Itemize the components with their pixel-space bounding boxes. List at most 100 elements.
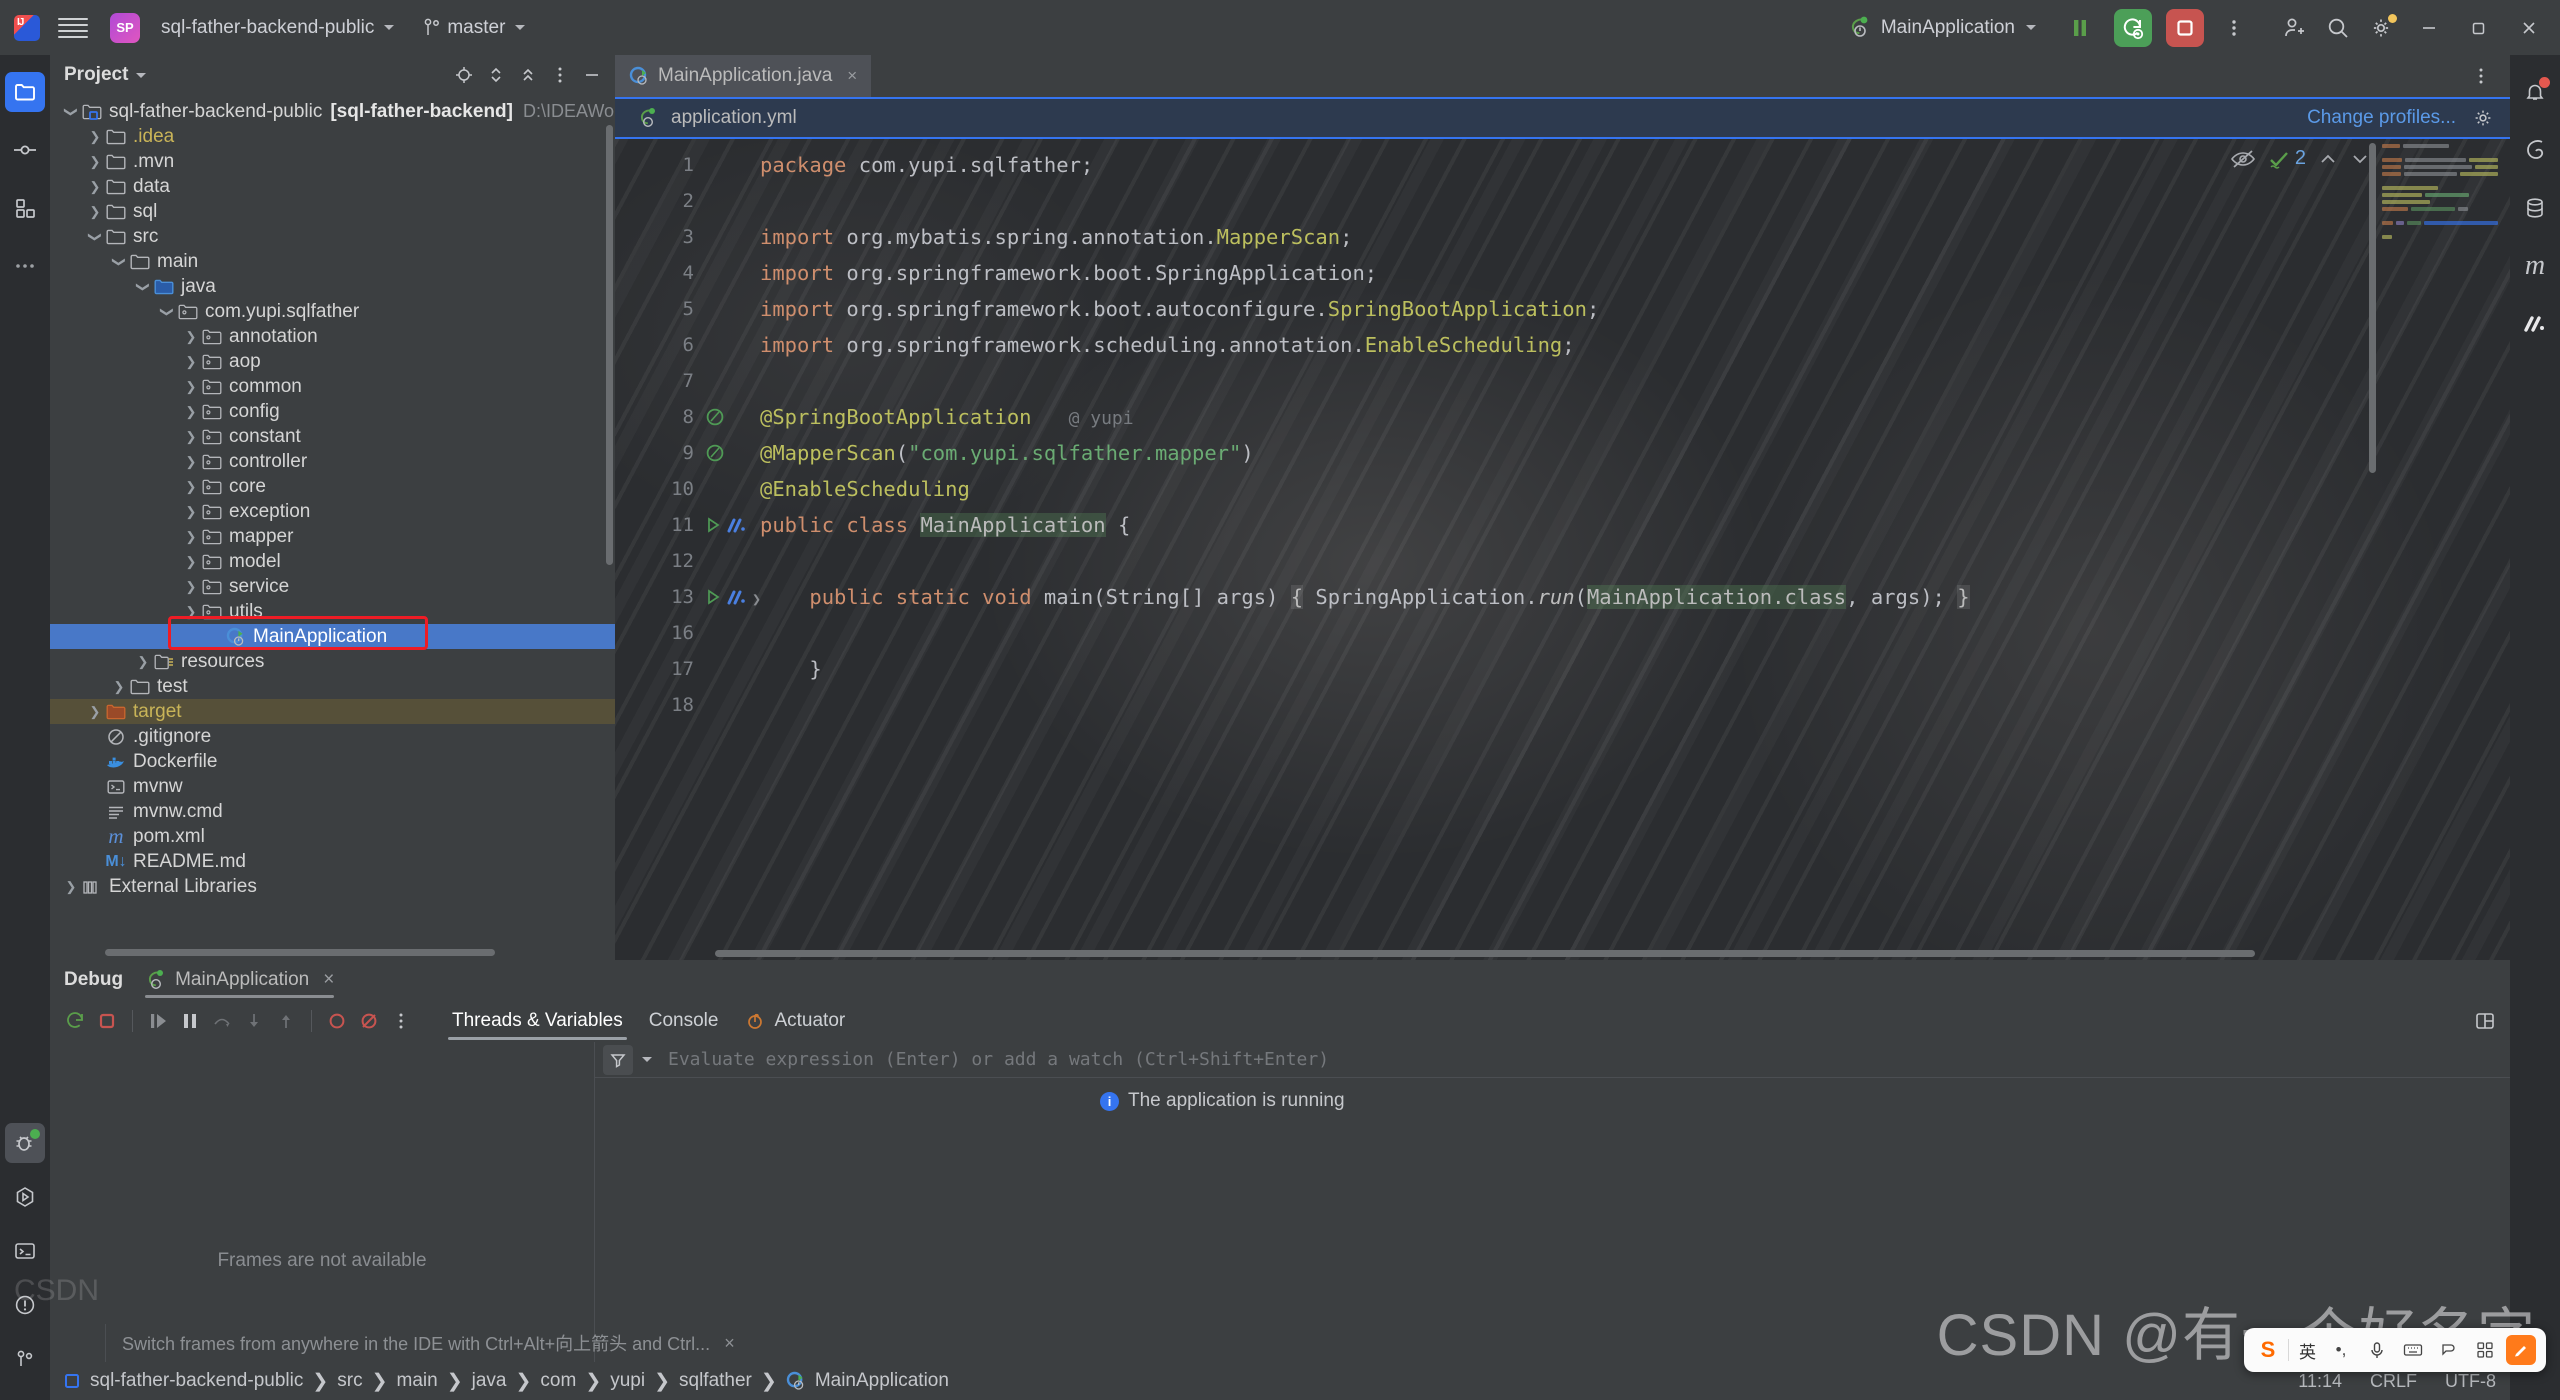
- chevron-right-icon[interactable]: ❯: [86, 179, 104, 195]
- step-over-icon[interactable]: [207, 1006, 237, 1036]
- chevron-right-icon[interactable]: ❯: [182, 404, 200, 420]
- sidebar-item-project[interactable]: [5, 72, 45, 112]
- tree-item[interactable]: mvnw.cmd: [50, 799, 615, 824]
- gear-icon[interactable]: [2362, 8, 2402, 48]
- tree-item[interactable]: .gitignore: [50, 724, 615, 749]
- sidebar-item-more[interactable]: [5, 246, 45, 286]
- chevron-right-icon[interactable]: ❯: [182, 479, 200, 495]
- tree-item[interactable]: ❯ External Libraries: [50, 874, 615, 899]
- close-button[interactable]: [2506, 8, 2552, 48]
- chevron-right-icon[interactable]: ❯: [110, 679, 128, 695]
- code-minimap[interactable]: [2378, 141, 2499, 960]
- chevron-down-icon[interactable]: ❯: [111, 253, 127, 271]
- chevron-down-icon[interactable]: [642, 1057, 652, 1062]
- filter-icon[interactable]: [603, 1044, 633, 1075]
- collapse-all-icon[interactable]: [513, 60, 543, 90]
- editor-vertical-scrollbar[interactable]: [2369, 143, 2376, 473]
- tree-item[interactable]: ❯ resources: [50, 649, 615, 674]
- inspection-count-group[interactable]: 2: [2268, 147, 2306, 170]
- chevron-right-icon[interactable]: ❯: [134, 654, 152, 670]
- breadcrumb-item[interactable]: MainApplication: [815, 1370, 949, 1392]
- chevron-down-icon[interactable]: ❯: [159, 303, 175, 321]
- ai-assistant-icon[interactable]: [2515, 304, 2555, 344]
- ai-gutter-icon[interactable]: [726, 587, 748, 607]
- tree-item[interactable]: ❯ sql-father-backend-public [sql-father-ba…: [50, 99, 615, 124]
- expand-collapse-icon[interactable]: [481, 60, 511, 90]
- tree-item[interactable]: ❯ annotation: [50, 324, 615, 349]
- tree-item[interactable]: M↓ README.md: [50, 849, 615, 874]
- tree-item[interactable]: ❯ main: [50, 249, 615, 274]
- tree-item[interactable]: ❯ src: [50, 224, 615, 249]
- chevron-down-icon[interactable]: ❯: [135, 278, 151, 296]
- run-configuration-selector[interactable]: MainApplication: [1839, 11, 2044, 45]
- tab-console[interactable]: Console: [637, 1000, 731, 1042]
- voice-icon[interactable]: [2362, 1335, 2392, 1365]
- tree-item[interactable]: ❯ .mvn: [50, 149, 615, 174]
- tree-item[interactable]: ❯ java: [50, 274, 615, 299]
- add-user-icon[interactable]: [2274, 8, 2314, 48]
- project-tree-horizontal-scrollbar[interactable]: [105, 949, 495, 956]
- tree-item[interactable]: ❯ controller: [50, 449, 615, 474]
- tree-item[interactable]: ❯ com.yupi.sqlfather: [50, 299, 615, 324]
- breadcrumb-item[interactable]: java: [472, 1370, 507, 1392]
- chevron-right-icon[interactable]: ❯: [86, 154, 104, 170]
- tree-item[interactable]: ❯ utils: [50, 599, 615, 624]
- chevron-right-icon[interactable]: ❯: [182, 554, 200, 570]
- maximize-button[interactable]: [2456, 8, 2502, 48]
- tree-item[interactable]: ❯ mapper: [50, 524, 615, 549]
- tree-item[interactable]: ❯ config: [50, 399, 615, 424]
- project-tree[interactable]: ❯ sql-father-backend-public [sql-father-ba…: [50, 95, 615, 960]
- chevron-right-icon[interactable]: ❯: [182, 454, 200, 470]
- prev-problem-icon[interactable]: [2318, 151, 2338, 167]
- bean-gutter-icon[interactable]: [704, 442, 726, 464]
- tree-item[interactable]: ❯ core: [50, 474, 615, 499]
- run-gutter-icon[interactable]: [704, 587, 722, 607]
- step-out-icon[interactable]: [271, 1006, 301, 1036]
- chevron-down-icon[interactable]: ❯: [87, 228, 103, 246]
- tree-item-selected[interactable]: MainApplication: [50, 624, 615, 649]
- frames-panel[interactable]: Frames are not available: [50, 1042, 595, 1362]
- pause-button[interactable]: [2060, 8, 2100, 48]
- more-icon[interactable]: [386, 1006, 416, 1036]
- run-gutter-icon[interactable]: [704, 515, 722, 535]
- tree-item[interactable]: ❯ target: [50, 699, 615, 724]
- chevron-right-icon[interactable]: ❯: [182, 529, 200, 545]
- tree-item[interactable]: Dockerfile: [50, 749, 615, 774]
- evaluate-expression-input[interactable]: Evaluate expression (Enter) or add a wat…: [658, 1045, 2502, 1075]
- more-options-button[interactable]: [2214, 8, 2254, 48]
- hide-panel-icon[interactable]: [577, 60, 607, 90]
- sidebar-item-version-control[interactable]: [5, 1339, 45, 1379]
- breadcrumb-item[interactable]: com: [540, 1370, 576, 1392]
- chevron-down-icon[interactable]: ❯: [63, 103, 79, 121]
- chevron-down-icon[interactable]: [136, 72, 147, 78]
- sidebar-item-run[interactable]: [5, 1177, 45, 1217]
- close-icon[interactable]: ×: [724, 1333, 735, 1354]
- step-into-icon[interactable]: [239, 1006, 269, 1036]
- breadcrumb[interactable]: sql-father-backend-public ❯ src ❯ main ❯ java ❯…: [90, 1370, 949, 1393]
- next-problem-icon[interactable]: [2350, 151, 2370, 167]
- chevron-right-icon[interactable]: ❯: [182, 329, 200, 345]
- editor-tab-options-icon[interactable]: [2466, 61, 2496, 91]
- tree-item[interactable]: ❯ sql: [50, 199, 615, 224]
- chevron-right-icon[interactable]: ❯: [62, 879, 80, 895]
- stop-button[interactable]: [2166, 8, 2204, 47]
- breadcrumb-item[interactable]: src: [337, 1370, 362, 1392]
- resume-icon[interactable]: [143, 1006, 173, 1036]
- chevron-right-icon[interactable]: ❯: [182, 354, 200, 370]
- layout-settings-icon[interactable]: [2470, 1006, 2500, 1036]
- tree-item[interactable]: ❯ constant: [50, 424, 615, 449]
- project-selector[interactable]: sql-father-backend-public: [153, 12, 402, 44]
- tree-item[interactable]: ❯ data: [50, 174, 615, 199]
- chevron-right-icon[interactable]: ❯: [86, 129, 104, 145]
- minimize-button[interactable]: [2406, 8, 2452, 48]
- chevron-right-icon[interactable]: ❯: [182, 504, 200, 520]
- view-breakpoints-icon[interactable]: [354, 1006, 384, 1036]
- locate-icon[interactable]: [449, 60, 479, 90]
- chevron-right-icon[interactable]: ❯: [182, 604, 200, 620]
- spring-tool-icon[interactable]: [2515, 130, 2555, 170]
- tree-item[interactable]: m pom.xml: [50, 824, 615, 849]
- breadcrumb-item[interactable]: main: [397, 1370, 438, 1392]
- main-menu-icon[interactable]: [58, 13, 88, 43]
- close-icon[interactable]: ×: [847, 66, 857, 86]
- tree-item[interactable]: ❯ service: [50, 574, 615, 599]
